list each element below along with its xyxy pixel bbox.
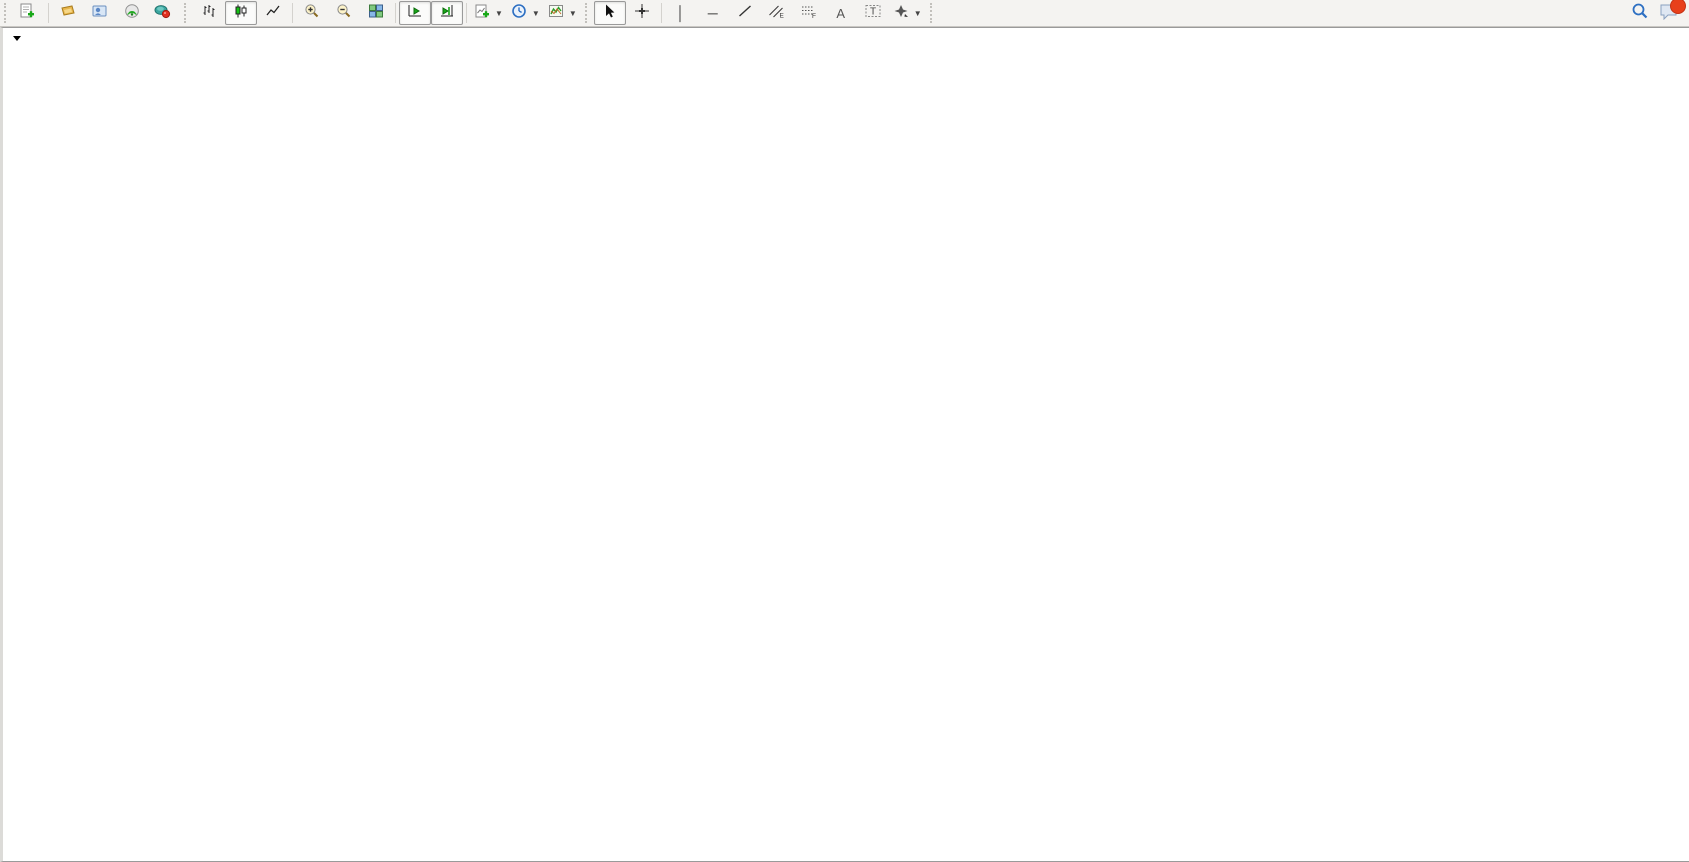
toolbar-grip bbox=[184, 3, 190, 23]
svg-text:F: F bbox=[812, 13, 816, 19]
chart-profile-icon bbox=[92, 3, 108, 24]
trendline-button[interactable] bbox=[729, 1, 761, 25]
horizontal-line-button[interactable]: ─ bbox=[697, 1, 729, 25]
svg-text:T: T bbox=[870, 6, 876, 17]
toolbar-separator bbox=[395, 3, 396, 23]
new-order-icon bbox=[19, 3, 35, 24]
zoom-in-icon bbox=[304, 3, 320, 24]
line-chart-icon bbox=[265, 3, 281, 24]
fibonacci-button[interactable]: F bbox=[793, 1, 825, 25]
text-icon: A bbox=[836, 7, 845, 20]
new-order-button[interactable] bbox=[13, 1, 45, 25]
notification-badge bbox=[1670, 0, 1686, 14]
zoom-out-button[interactable] bbox=[328, 1, 360, 25]
horizontal-line-icon: ─ bbox=[708, 6, 718, 20]
new-chart-button[interactable]: ▼ bbox=[470, 1, 507, 25]
candlestick-chart-icon bbox=[233, 3, 249, 24]
new-chart-icon bbox=[474, 3, 490, 24]
navigator-button[interactable] bbox=[116, 1, 148, 25]
notifications-button[interactable] bbox=[1659, 2, 1679, 25]
indicators-button[interactable]: ▼ bbox=[544, 1, 581, 25]
crosshair-icon bbox=[634, 3, 650, 24]
equidistant-channel-button[interactable]: E bbox=[761, 1, 793, 25]
crosshair-button[interactable] bbox=[626, 1, 658, 25]
toolbar-separator bbox=[466, 3, 467, 23]
toolbar-grip bbox=[930, 3, 936, 23]
autotrading-button[interactable] bbox=[148, 1, 180, 25]
arrows-button[interactable]: ▼ bbox=[889, 1, 926, 25]
search-icon[interactable] bbox=[1631, 2, 1649, 25]
equidistant-channel-icon: E bbox=[768, 3, 785, 24]
chart-window bbox=[0, 27, 1689, 862]
zoom-out-icon bbox=[336, 3, 352, 24]
text-label-icon: T bbox=[864, 3, 882, 24]
symbol-menu-triangle-icon[interactable] bbox=[13, 36, 21, 41]
bar-chart-icon bbox=[201, 3, 217, 24]
dropdown-caret-icon: ▼ bbox=[495, 9, 503, 18]
tile-windows-icon bbox=[368, 3, 384, 24]
main-toolbar: ▼ ▼ ▼ │ ─ bbox=[0, 0, 1689, 27]
periods-button[interactable]: ▼ bbox=[507, 1, 544, 25]
zoom-in-button[interactable] bbox=[296, 1, 328, 25]
dropdown-caret-icon: ▼ bbox=[569, 9, 577, 18]
text-button[interactable]: A bbox=[825, 1, 857, 25]
auto-scroll-button[interactable] bbox=[399, 1, 431, 25]
dropdown-caret-icon: ▼ bbox=[914, 9, 922, 18]
auto-scroll-icon bbox=[407, 3, 423, 24]
indicators-icon bbox=[548, 3, 564, 24]
chart-canvas[interactable] bbox=[3, 28, 1687, 859]
bar-chart-button[interactable] bbox=[193, 1, 225, 25]
svg-text:E: E bbox=[780, 12, 785, 19]
fibonacci-icon: F bbox=[800, 3, 817, 24]
chart-profile-button[interactable] bbox=[84, 1, 116, 25]
tile-windows-button[interactable] bbox=[360, 1, 392, 25]
market-watch-button[interactable] bbox=[52, 1, 84, 25]
periods-clock-icon bbox=[511, 3, 527, 24]
toolbar-grip bbox=[4, 3, 10, 23]
chart-shift-icon bbox=[439, 3, 455, 24]
autotrading-icon bbox=[154, 3, 171, 24]
market-watch-icon bbox=[60, 3, 76, 24]
line-chart-button[interactable] bbox=[257, 1, 289, 25]
dropdown-caret-icon: ▼ bbox=[532, 9, 540, 18]
cursor-button[interactable] bbox=[594, 1, 626, 25]
arrows-icon bbox=[893, 3, 909, 24]
text-label-button[interactable]: T bbox=[857, 1, 889, 25]
chart-shift-button[interactable] bbox=[431, 1, 463, 25]
toolbar-separator bbox=[661, 3, 662, 23]
trendline-icon bbox=[737, 3, 753, 24]
vertical-line-icon: │ bbox=[676, 6, 685, 20]
toolbar-separator bbox=[292, 3, 293, 23]
toolbar-grip bbox=[585, 3, 591, 23]
vertical-line-button[interactable]: │ bbox=[665, 1, 697, 25]
toolbar-separator bbox=[48, 3, 49, 23]
candlestick-chart-button[interactable] bbox=[225, 1, 257, 25]
cursor-icon bbox=[602, 3, 618, 24]
navigator-icon bbox=[124, 3, 140, 24]
